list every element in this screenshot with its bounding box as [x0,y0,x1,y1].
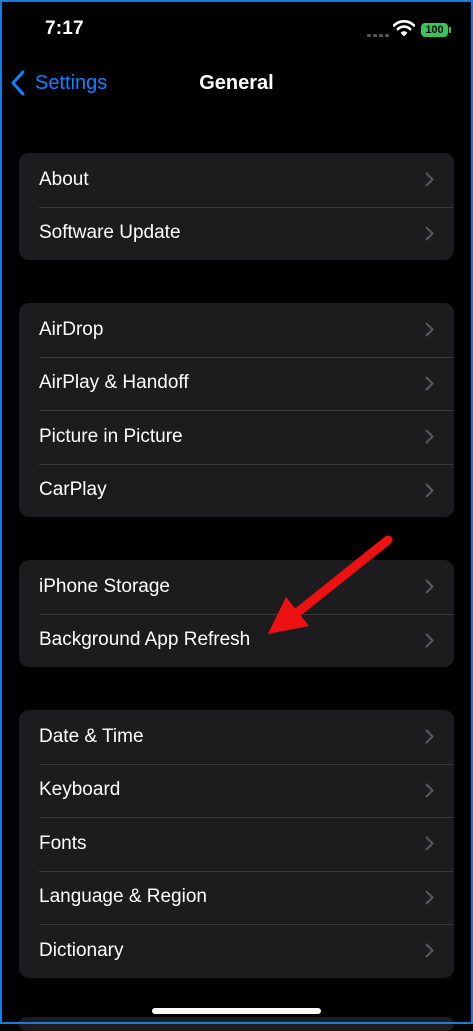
row-label: Software Update [39,222,181,244]
chevron-right-icon [425,633,434,647]
settings-group: AirDrop AirPlay & Handoff Picture in Pic… [19,303,454,517]
chevron-right-icon [425,429,434,444]
row-label: AirDrop [39,318,104,340]
chevron-right-icon [425,579,434,594]
page-title: General [199,72,274,94]
row-software-update[interactable]: Software Update [19,206,454,261]
chevron-right-icon [425,483,434,497]
row-label: Date & Time [39,725,144,747]
cellular-signal-icon [367,34,389,37]
row-label: Language & Region [39,886,207,908]
settings-group: iPhone Storage Background App Refresh [19,560,454,667]
chevron-right-icon [425,226,434,240]
chevron-right-icon [425,172,434,187]
row-fonts[interactable]: Fonts [19,817,454,871]
status-bar: 7:17 100 [0,0,473,58]
settings-group: About Software Update [19,153,454,260]
settings-group: Date & Time Keyboard Fonts Language & Re… [19,710,454,978]
row-label: CarPlay [39,479,107,501]
row-airplay-handoff[interactable]: AirPlay & Handoff [19,356,454,411]
row-carplay[interactable]: CarPlay [19,463,454,518]
chevron-right-icon [425,836,434,851]
row-iphone-storage[interactable]: iPhone Storage [19,560,454,614]
chevron-right-icon [425,322,434,337]
row-airdrop[interactable]: AirDrop [19,303,454,357]
navigation-bar: Settings General [0,58,473,110]
chevron-right-icon [425,943,434,958]
row-label: Picture in Picture [39,425,183,447]
row-date-time[interactable]: Date & Time [19,710,454,764]
row-dictionary[interactable]: Dictionary [19,924,454,978]
row-label: Fonts [39,832,87,854]
settings-list: About Software Update AirDrop AirPlay & … [19,153,454,1021]
chevron-right-icon [425,376,434,390]
row-label: AirPlay & Handoff [39,372,189,394]
chevron-right-icon [425,890,434,904]
row-about[interactable]: About [19,153,454,207]
row-language-region[interactable]: Language & Region [19,870,454,925]
row-label: About [39,168,89,190]
home-indicator[interactable] [152,1008,321,1014]
status-time: 7:17 [45,18,84,39]
row-label: iPhone Storage [39,575,170,597]
row-picture-in-picture[interactable]: Picture in Picture [19,410,454,464]
wifi-icon [393,20,415,37]
battery-icon: 100 [421,23,451,37]
row-label: Keyboard [39,779,121,801]
row-label: Dictionary [39,939,124,961]
row-background-app-refresh[interactable]: Background App Refresh [19,613,454,668]
chevron-right-icon [425,729,434,744]
row-keyboard[interactable]: Keyboard [19,763,454,818]
row-label: Background App Refresh [39,629,251,651]
chevron-right-icon [425,783,434,797]
next-settings-group-peek [19,1017,454,1031]
